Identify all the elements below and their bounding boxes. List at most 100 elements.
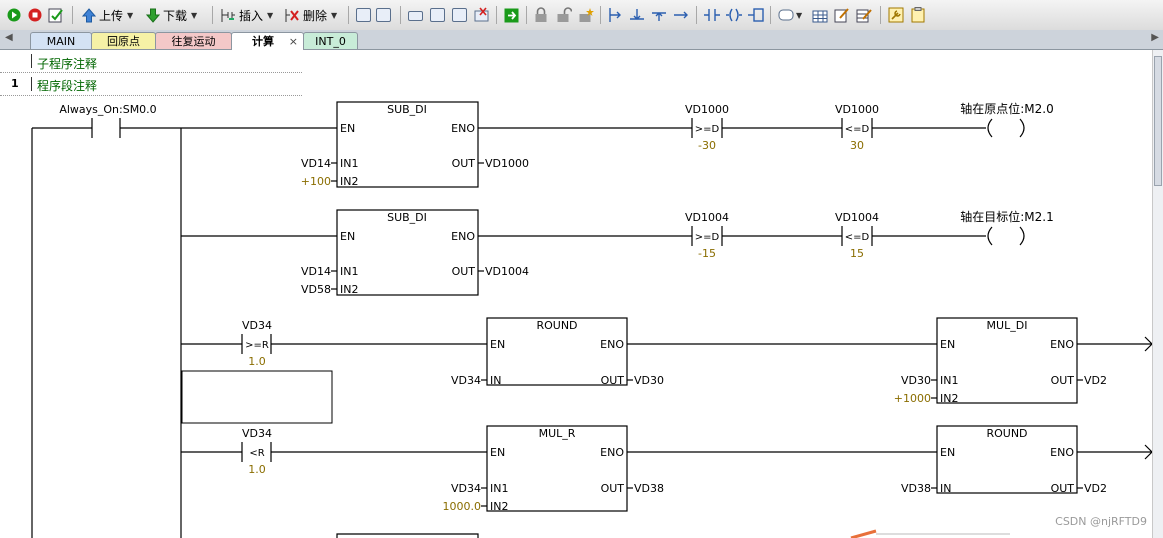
pin-en: EN	[490, 338, 505, 351]
download-label: 下载	[163, 9, 188, 23]
key-icon[interactable]	[888, 7, 904, 23]
coil-right	[1019, 118, 1025, 138]
line-up-icon[interactable]	[651, 7, 667, 23]
operand: VD38	[634, 482, 664, 495]
unlock-icon[interactable]	[556, 7, 572, 23]
edit-icon[interactable]	[834, 7, 850, 23]
insert-label: 插入	[239, 9, 264, 23]
tab-label: INT_0	[315, 35, 346, 48]
pin-out: OUT	[601, 374, 625, 387]
pin-out: OUT	[1051, 482, 1075, 495]
download-button[interactable]: 下载 ▼	[146, 7, 197, 24]
pin-eno: ENO	[600, 338, 624, 351]
upload-label: 上传	[99, 9, 124, 23]
compare-op: <=D	[845, 124, 870, 135]
coil-icon[interactable]	[725, 7, 743, 23]
line-left-icon[interactable]	[607, 7, 623, 23]
delete-button[interactable]: 删除 ▼	[284, 7, 337, 24]
tab-scroll-right-icon[interactable]: ▶	[1151, 32, 1159, 43]
insert-icon	[221, 9, 235, 22]
compile-icon[interactable]	[48, 7, 64, 23]
tab-main[interactable]: MAIN	[30, 32, 92, 49]
toolbar-separator	[212, 6, 213, 24]
compare-op: >=D	[695, 232, 720, 243]
star-lock-icon[interactable]	[578, 7, 594, 23]
constant: +100	[301, 175, 331, 188]
vertical-scrollbar[interactable]	[1152, 50, 1163, 538]
scrollbar-thumb[interactable]	[1154, 56, 1162, 186]
go-icon[interactable]	[504, 8, 519, 23]
shape-icon[interactable]	[778, 9, 794, 21]
clipboard-icon[interactable]	[910, 7, 926, 23]
pin-eno: ENO	[1050, 446, 1074, 459]
line-down-icon[interactable]	[629, 7, 645, 23]
pin-out: OUT	[1051, 374, 1075, 387]
box-title: ROUND	[536, 319, 577, 332]
pin-en: EN	[940, 338, 955, 351]
window-delete-icon[interactable]	[474, 7, 490, 23]
empty-cell	[181, 370, 333, 424]
annotation-arrow	[850, 529, 877, 538]
tab-calc[interactable]: 计算 ×	[231, 32, 304, 50]
pin-en: EN	[340, 122, 355, 135]
toolbar-separator	[400, 6, 401, 24]
toolbar-separator	[496, 6, 497, 24]
toolbar-separator	[696, 6, 697, 24]
toolbar: 上传 ▼ 下载 ▼ 插入 ▼ 删除 ▼ ▼	[0, 0, 1163, 31]
box-title: MUL_R	[539, 427, 576, 440]
upload-button[interactable]: 上传 ▼	[82, 7, 133, 24]
toolbar-separator	[600, 6, 601, 24]
constant: 30	[850, 139, 864, 152]
tab-return-origin[interactable]: 回原点	[91, 32, 156, 49]
window-back-icon[interactable]	[430, 8, 445, 22]
contact-icon[interactable]	[703, 7, 721, 23]
chevron-down-icon[interactable]: ▼	[796, 11, 802, 20]
box-icon[interactable]	[747, 7, 765, 23]
constant: 1.0	[248, 463, 266, 476]
compare-operand: VD1004	[685, 211, 729, 224]
operand: VD58	[301, 283, 331, 296]
pin-in2: IN2	[940, 392, 958, 405]
chevron-down-icon[interactable]: ▼	[267, 11, 273, 20]
compare-operand: VD34	[242, 427, 272, 440]
symbol-table-icon[interactable]	[812, 7, 828, 23]
delete-label: 删除	[303, 9, 328, 23]
operand: VD14	[301, 265, 331, 278]
tab-bar: ◀ MAIN 回原点 往复运动 计算 × INT_0 ▶	[0, 30, 1163, 50]
constant: 1.0	[248, 355, 266, 368]
compare-operand: VD1004	[835, 211, 879, 224]
chevron-down-icon[interactable]: ▼	[127, 11, 133, 20]
ladder-editor[interactable]: 子程序注释 1 程序段注释 Always_On:SM0.0 SUB_DI EN …	[0, 50, 1152, 538]
line-right-icon[interactable]	[673, 7, 689, 23]
network-copy-icon[interactable]	[376, 8, 391, 22]
lock-icon[interactable]	[534, 7, 548, 23]
compare-op: <R	[249, 448, 264, 459]
operand: VD34	[451, 482, 481, 495]
chevron-down-icon[interactable]: ▼	[191, 11, 197, 20]
window-forward-icon[interactable]	[452, 8, 467, 22]
pin-out: OUT	[601, 482, 625, 495]
run-icon[interactable]	[7, 8, 21, 22]
toolbar-separator	[348, 6, 349, 24]
pin-en: EN	[940, 446, 955, 459]
close-icon[interactable]: ×	[289, 33, 298, 50]
edit-table-icon[interactable]	[856, 7, 872, 23]
chevron-down-icon[interactable]: ▼	[331, 11, 337, 20]
download-arrow-icon	[146, 8, 160, 23]
contact-label: Always_On:SM0.0	[59, 103, 156, 116]
upload-arrow-icon	[82, 8, 96, 23]
network-view-icon[interactable]	[356, 8, 371, 22]
constant: +1000	[894, 392, 931, 405]
pin-eno: ENO	[451, 122, 475, 135]
toolbar-separator	[526, 6, 527, 24]
tab-reciprocating[interactable]: 往复运动	[155, 32, 232, 49]
insert-button[interactable]: 插入 ▼	[220, 7, 273, 24]
compare-operand: VD1000	[835, 103, 879, 116]
tab-scroll-left-icon[interactable]: ◀	[5, 32, 13, 43]
window-icon[interactable]	[408, 11, 423, 21]
pin-in: IN	[940, 482, 951, 495]
tab-int0[interactable]: INT_0	[303, 32, 358, 49]
stop-icon[interactable]	[28, 8, 42, 22]
pin-eno: ENO	[600, 446, 624, 459]
toolbar-separator	[880, 6, 881, 24]
